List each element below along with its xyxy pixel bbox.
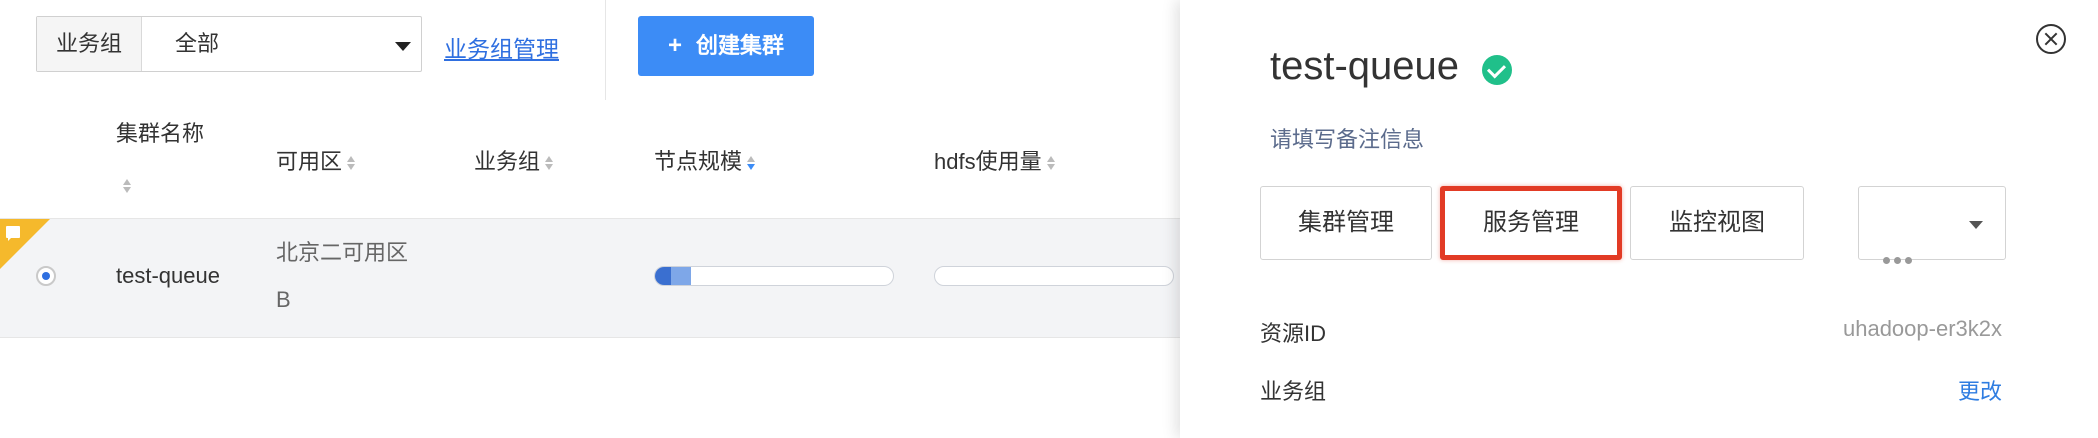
more-actions-button[interactable] — [1858, 186, 2006, 264]
hdfs-usage-bar — [934, 266, 1174, 286]
sort-icon — [1046, 155, 1056, 171]
toolbar: 业务组 全部 业务组管理 + 创建集群 — [0, 0, 1180, 101]
sort-icon — [544, 155, 554, 171]
group-select-label: 业务组 — [37, 17, 142, 71]
remark-link[interactable]: 请填写备注信息 — [1270, 122, 1424, 154]
tab-service-management[interactable]: 服务管理 — [1440, 186, 1622, 260]
resource-id-label: 资源ID — [1260, 321, 1327, 346]
tab-monitor-view[interactable]: 监控视图 — [1630, 186, 1804, 260]
check-circle-icon — [1482, 55, 1512, 85]
group-select[interactable]: 业务组 全部 — [36, 16, 422, 72]
cluster-name-cell[interactable]: test-queue — [116, 263, 220, 289]
column-header-nodes[interactable]: 节点规模 — [654, 144, 756, 176]
sort-desc-icon — [746, 155, 756, 171]
sort-icon — [346, 155, 356, 171]
app-root: 业务组 全部 业务组管理 + 创建集群 集群名称 可用区 业务组 节点规模 hdf… — [0, 0, 2098, 438]
group-label: 业务组 — [1260, 379, 1327, 404]
table-header: 集群名称 可用区 业务组 节点规模 hdfs使用量 — [0, 100, 1180, 219]
node-usage-fill — [655, 267, 691, 285]
cluster-detail-panel: test-queue 请填写备注信息 集群管理 服务管理 监控视图 资源ID u… — [1180, 0, 2098, 438]
create-cluster-label: 创建集群 — [696, 33, 785, 58]
column-header-name[interactable]: 集群名称 — [116, 116, 204, 148]
zone-cell: 北京二可用区 B — [276, 229, 408, 323]
table-row[interactable]: test-queue 北京二可用区 B — [0, 219, 1180, 338]
sort-icon[interactable] — [122, 178, 132, 194]
chevron-down-icon — [395, 42, 411, 51]
group-select-value: 全部 — [175, 31, 220, 56]
node-usage-bar — [654, 266, 894, 286]
column-header-name-label: 集群名称 — [116, 121, 205, 146]
close-icon[interactable] — [2036, 24, 2066, 54]
column-header-nodes-label: 节点规模 — [654, 149, 743, 174]
tab-cluster-management[interactable]: 集群管理 — [1260, 186, 1432, 260]
resource-id-value: uhadoop-er3k2x — [1842, 316, 2002, 341]
toolbar-divider — [605, 0, 606, 100]
group-manage-link[interactable]: 业务组管理 — [444, 30, 559, 64]
change-group-link[interactable]: 更改 — [1958, 374, 2002, 406]
panel-title: test-queue — [1270, 44, 1460, 88]
plus-icon: + — [667, 32, 682, 59]
comment-icon — [6, 226, 20, 241]
chevron-down-icon — [1969, 221, 1983, 229]
create-cluster-button[interactable]: + 创建集群 — [638, 16, 814, 76]
zone-line-1: 北京二可用区 — [276, 240, 409, 265]
column-header-hdfs-label: hdfs使用量 — [934, 149, 1042, 174]
zone-line-2: B — [276, 287, 291, 312]
column-header-zone-label: 可用区 — [276, 149, 343, 174]
more-icon — [1883, 221, 1916, 293]
column-header-zone[interactable]: 可用区 — [276, 144, 356, 176]
column-header-group[interactable]: 业务组 — [474, 144, 554, 176]
column-header-hdfs[interactable]: hdfs使用量 — [934, 144, 1056, 176]
row-select-radio[interactable] — [36, 266, 56, 286]
column-header-group-label: 业务组 — [474, 149, 541, 174]
